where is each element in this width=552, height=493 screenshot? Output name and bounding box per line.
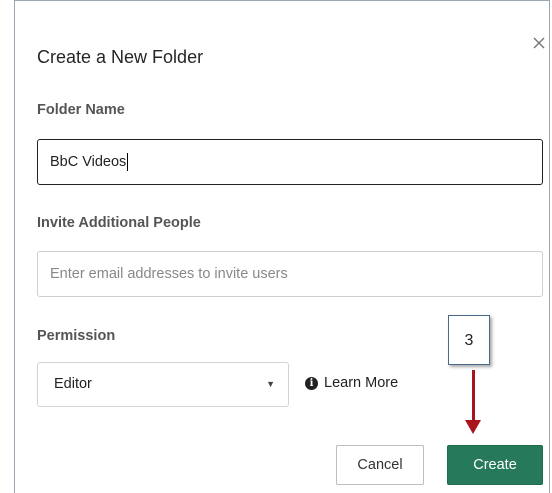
invite-people-label: Invite Additional People xyxy=(37,215,201,231)
create-button[interactable]: Create xyxy=(447,445,543,485)
learn-more-text: Learn More xyxy=(324,375,399,391)
cancel-button[interactable]: Cancel xyxy=(336,445,424,485)
permission-select[interactable]: Editor ▼ xyxy=(37,362,289,407)
info-icon: i xyxy=(305,376,318,390)
annotation-arrow-line xyxy=(472,370,475,422)
folder-name-label: Folder Name xyxy=(37,102,125,118)
text-caret xyxy=(127,153,129,172)
learn-more-link[interactable]: i Learn More xyxy=(305,375,398,391)
close-icon[interactable] xyxy=(531,35,547,51)
chevron-down-icon: ▼ xyxy=(266,379,275,389)
annotation-arrow-head xyxy=(465,420,481,434)
step-callout: 3 xyxy=(448,315,490,365)
folder-name-value: BbC Videos xyxy=(50,154,127,170)
permission-label: Permission xyxy=(37,328,116,344)
invite-email-input[interactable]: Enter email addresses to invite users xyxy=(37,251,543,297)
dialog-title: Create a New Folder xyxy=(37,47,204,67)
folder-name-input[interactable]: BbC Videos xyxy=(37,139,543,185)
permission-selected-value: Editor xyxy=(54,376,92,392)
